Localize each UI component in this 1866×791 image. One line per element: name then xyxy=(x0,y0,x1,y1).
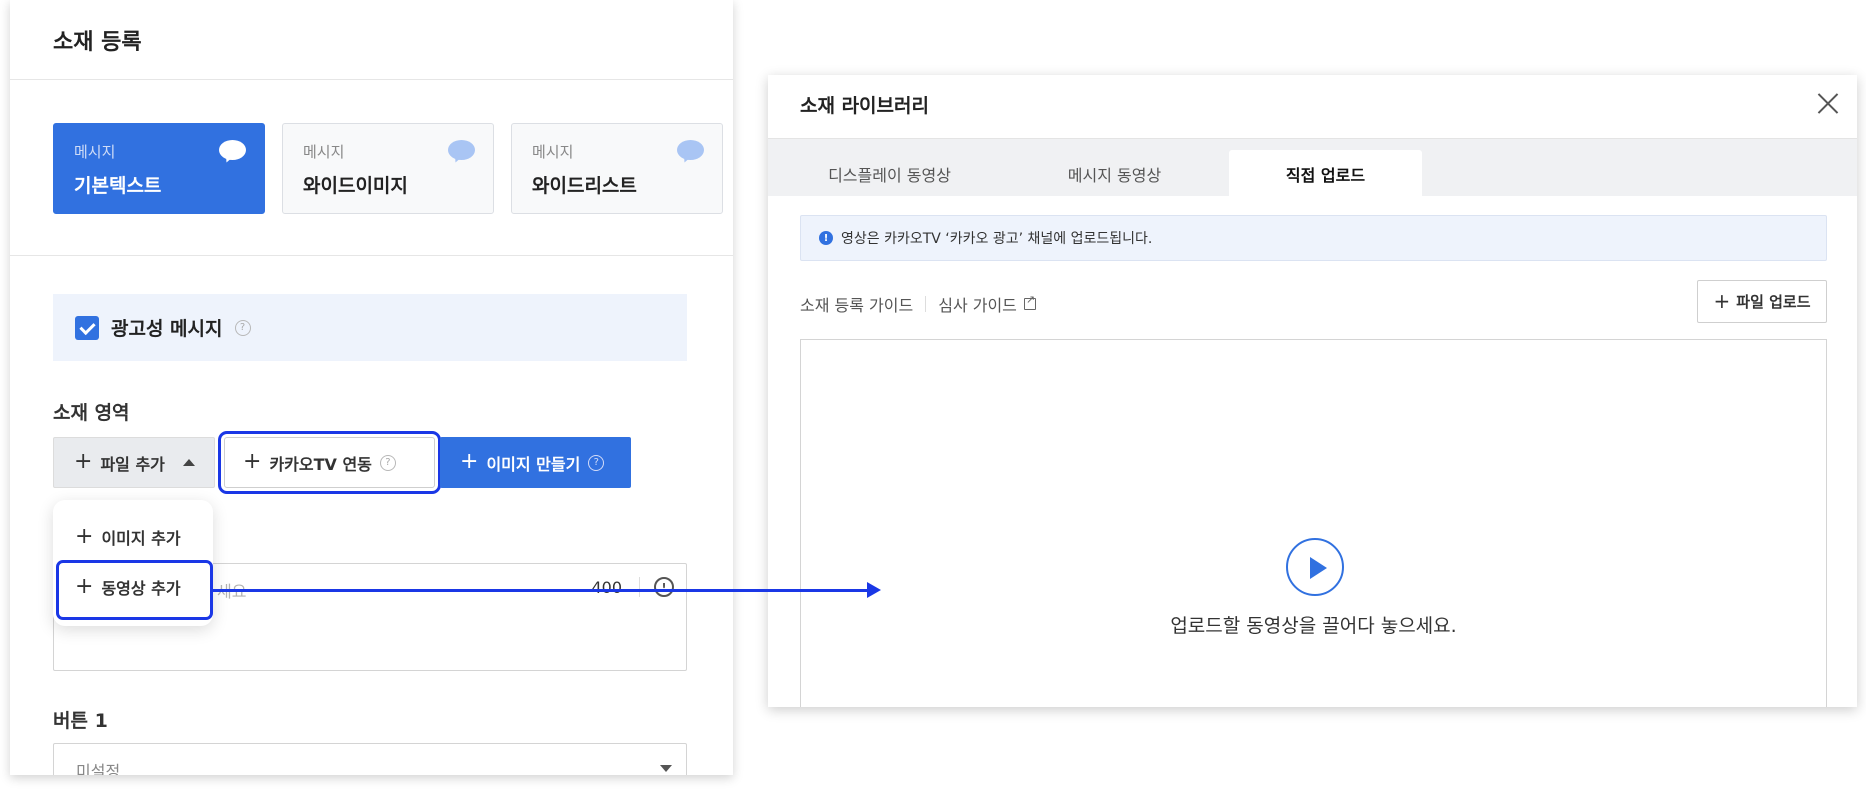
creative-guide-link[interactable]: 소재 등록 가이드 xyxy=(800,292,913,316)
plus-icon: + xyxy=(460,448,479,474)
play-icon xyxy=(1286,538,1344,596)
button1-select-value: 미설정 xyxy=(76,762,121,775)
panel-header: 소재 등록 xyxy=(10,0,733,80)
page-title: 소재 등록 xyxy=(53,30,142,55)
tab-direct-upload[interactable]: 직접 업로드 xyxy=(1229,150,1422,197)
file-upload-label: 파일 업로드 xyxy=(1736,293,1811,311)
add-image-label: 이미지 추가 xyxy=(101,529,181,548)
add-file-label: 파일 추가 xyxy=(100,454,165,474)
chat-bubble-icon xyxy=(677,140,704,165)
close-icon[interactable] xyxy=(1817,92,1839,114)
plus-icon: + xyxy=(243,448,262,474)
kakao-tv-link-label: 카카오TV 연동 xyxy=(269,454,372,474)
annotation-arrow-line xyxy=(213,589,874,592)
button1-select[interactable]: 미설정 xyxy=(53,743,687,775)
caret-up-icon xyxy=(182,459,195,466)
help-icon[interactable]: ? xyxy=(588,454,605,471)
annotation-arrow-head xyxy=(867,582,881,598)
drop-zone-text: 업로드할 동영상을 끌어다 놓으세요. xyxy=(1170,615,1457,637)
ad-message-label: 광고성 메시지 xyxy=(111,318,223,340)
creative-area-label: 소재 영역 xyxy=(53,402,130,424)
ad-message-checkbox[interactable] xyxy=(75,315,99,340)
info-icon: ! xyxy=(819,231,833,245)
info-icon[interactable]: ! xyxy=(654,577,674,597)
video-drop-zone[interactable]: 업로드할 동영상을 끌어다 놓으세요. xyxy=(800,339,1827,707)
type-card-basic-text[interactable]: 메시지 기본텍스트 xyxy=(53,123,265,214)
type-card-name: 와이드리스트 xyxy=(532,175,637,197)
plus-icon: + xyxy=(75,523,94,549)
section-divider xyxy=(10,255,733,256)
creative-registration-panel: 소재 등록 메시지 기본텍스트 메시지 와이드이미지 메시지 와이드리스트 광고… xyxy=(10,0,733,775)
plus-icon: + xyxy=(74,448,93,474)
chat-bubble-icon xyxy=(219,140,246,165)
tab-display-video[interactable]: 디스플레이 동영상 xyxy=(793,150,986,197)
add-video-highlight xyxy=(56,560,213,620)
type-card-name: 와이드이미지 xyxy=(303,175,408,197)
help-icon[interactable]: ? xyxy=(234,319,251,336)
kakao-tv-link-button[interactable]: + 카카오TV 연동 ? xyxy=(218,431,441,494)
plus-icon: + xyxy=(1713,288,1731,313)
tab-message-video[interactable]: 메시지 동영상 xyxy=(1018,150,1211,197)
library-tabs: 디스플레이 동영상 메시지 동영상 직접 업로드 xyxy=(768,138,1857,197)
add-image-menu-item[interactable]: + 이미지 추가 xyxy=(75,523,181,549)
notice-text: 영상은 카카오TV ‘카카오 광고’ 채널에 업로드됩니다. xyxy=(841,231,1153,247)
make-image-button[interactable]: + 이미지 만들기 ? xyxy=(440,437,631,488)
counter-divider xyxy=(639,577,640,597)
external-link-icon xyxy=(1023,293,1036,310)
type-card-name: 기본텍스트 xyxy=(74,175,162,197)
link-divider xyxy=(925,296,927,312)
make-image-label: 이미지 만들기 xyxy=(486,454,581,474)
add-file-button[interactable]: + 파일 추가 xyxy=(53,437,215,488)
guide-links: 소재 등록 가이드 심사 가이드 xyxy=(800,292,1036,316)
file-upload-button[interactable]: + 파일 업로드 xyxy=(1697,280,1827,323)
chat-bubble-icon xyxy=(448,140,475,165)
button1-label: 버튼 1 xyxy=(53,710,108,732)
help-icon[interactable]: ? xyxy=(379,454,396,471)
review-guide-link[interactable]: 심사 가이드 xyxy=(938,292,1017,316)
creative-library-modal: 소재 라이브러리 디스플레이 동영상 메시지 동영상 직접 업로드 ! 영상은 … xyxy=(768,75,1857,707)
chevron-down-icon xyxy=(660,765,672,772)
type-card-wide-list[interactable]: 메시지 와이드리스트 xyxy=(511,123,723,214)
modal-title: 소재 라이브러리 xyxy=(800,95,929,117)
type-card-wide-image[interactable]: 메시지 와이드이미지 xyxy=(282,123,494,214)
ad-message-option: 광고성 메시지 ? xyxy=(53,294,687,361)
character-counter: 400 xyxy=(591,578,622,597)
upload-notice: ! 영상은 카카오TV ‘카카오 광고’ 채널에 업로드됩니다. xyxy=(800,215,1827,261)
